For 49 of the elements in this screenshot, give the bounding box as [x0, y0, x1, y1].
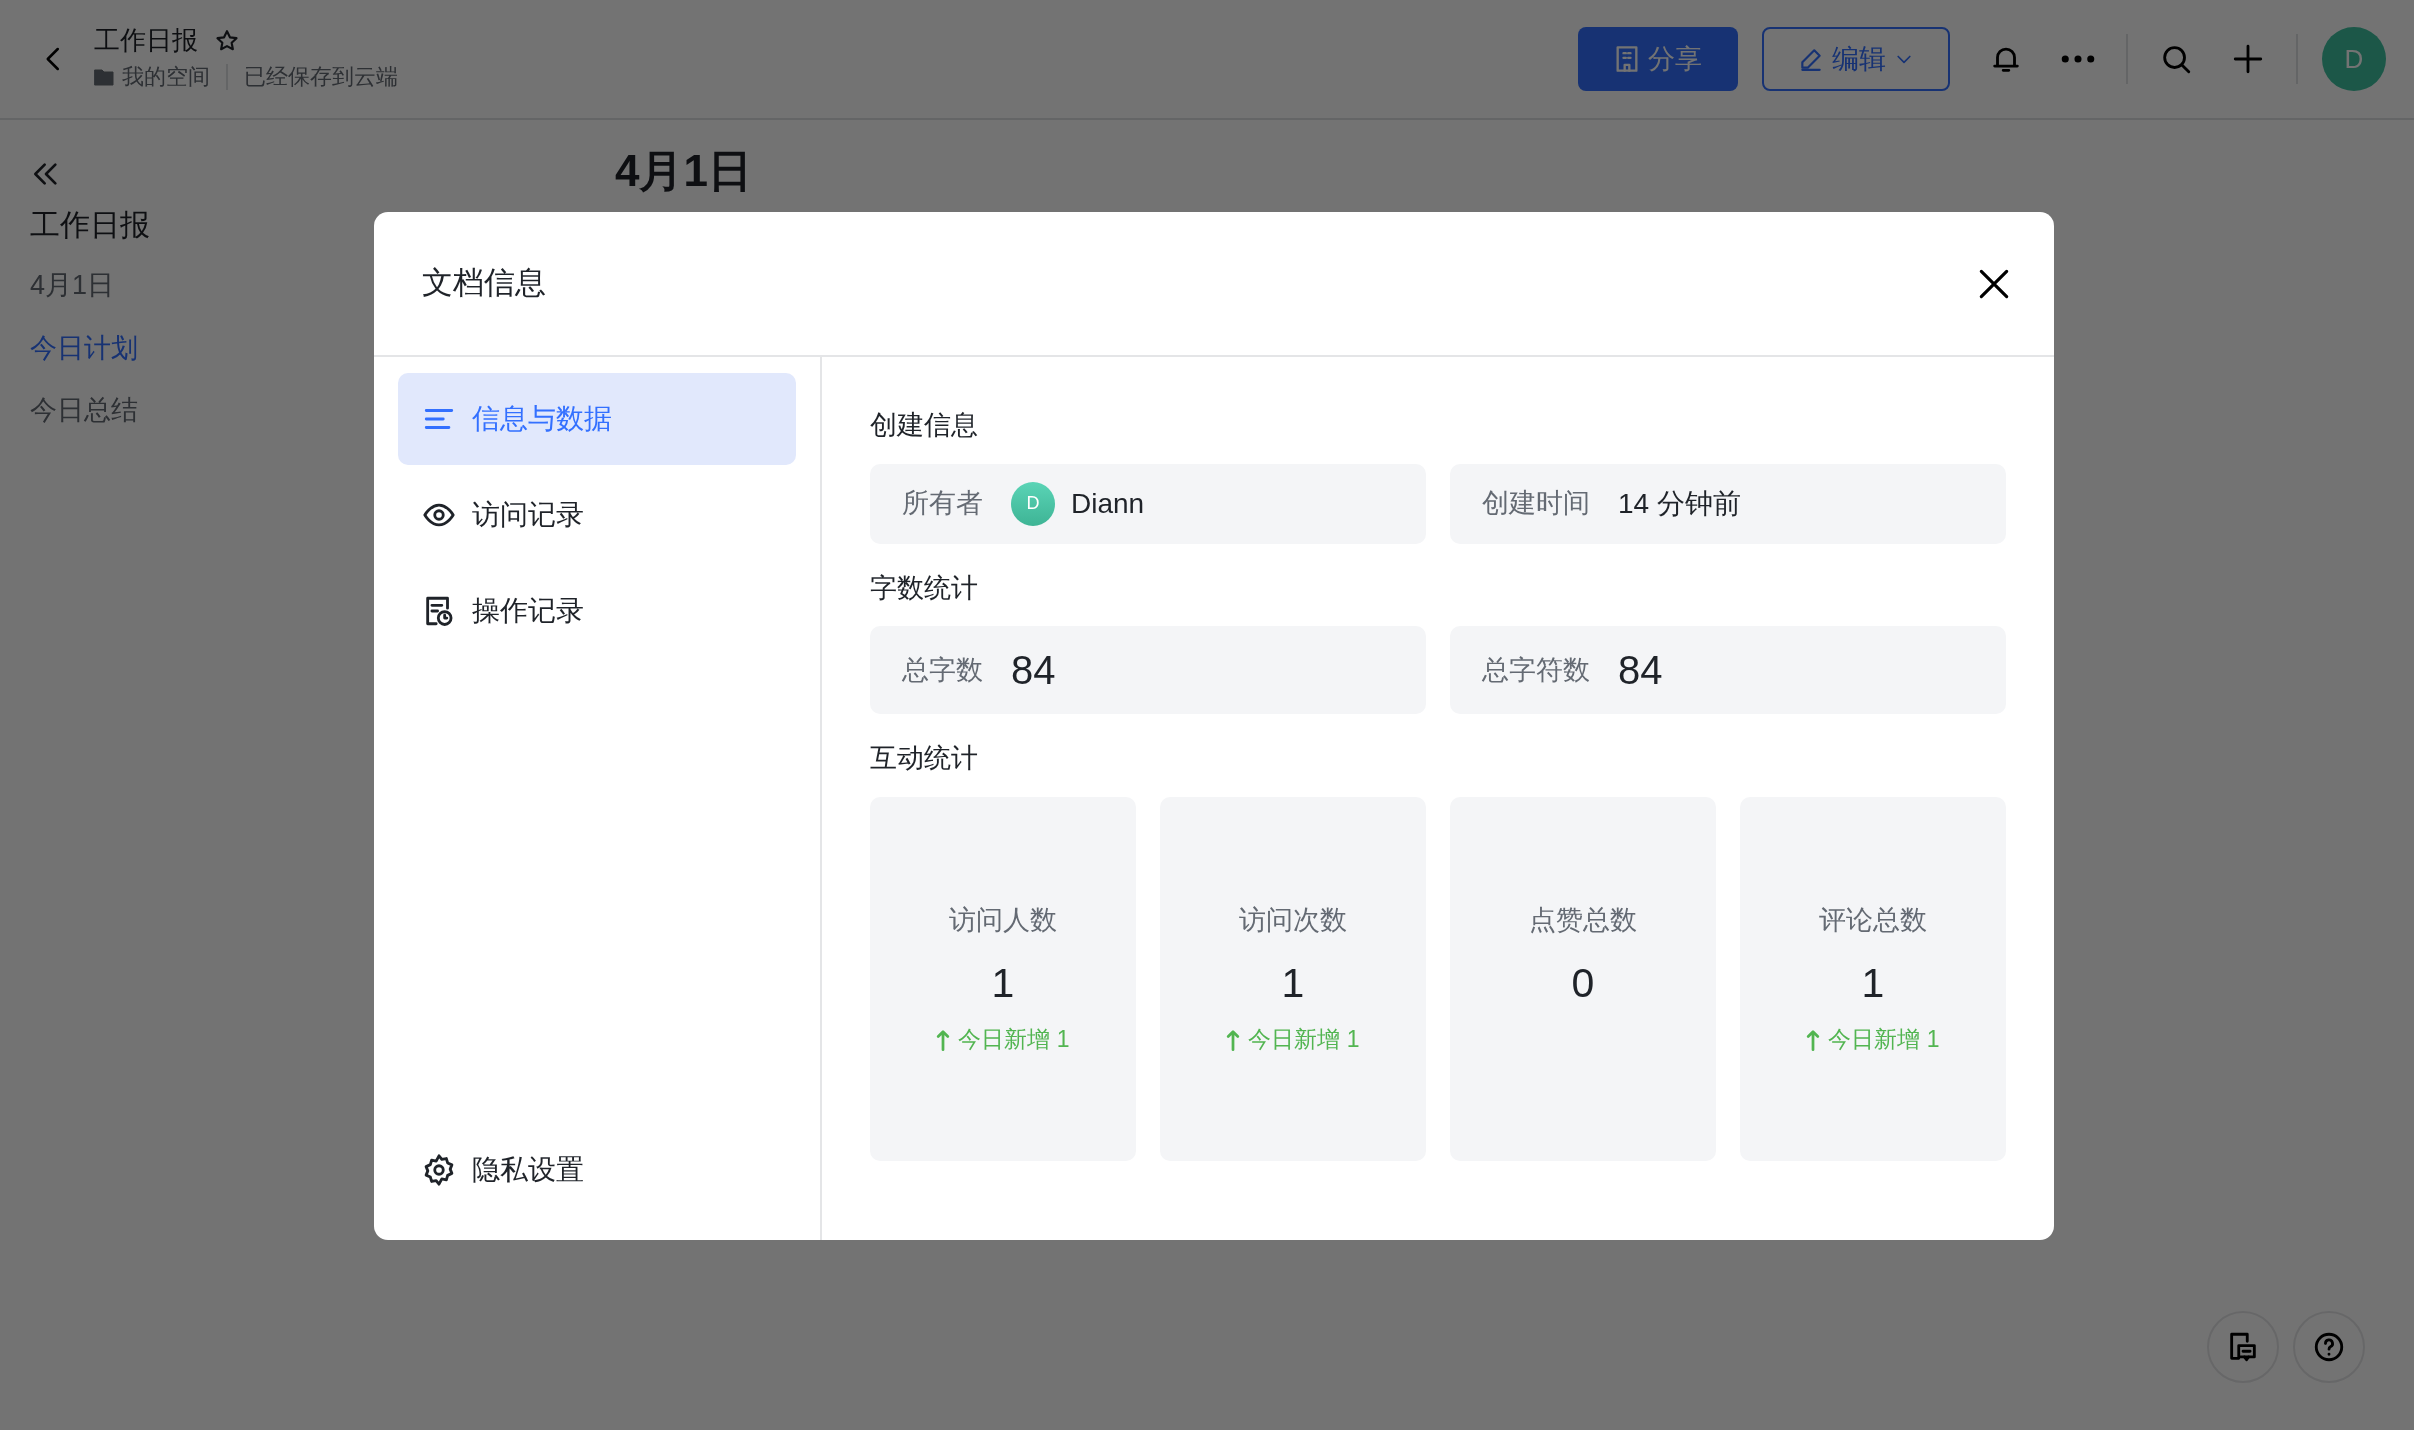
- arrow-up-icon: [1226, 1028, 1241, 1051]
- stat-change: 今日新增 1: [1248, 1025, 1360, 1055]
- stat-value: 84: [1618, 647, 1663, 694]
- pencil-icon: [1798, 46, 1824, 72]
- section-heading: 互动统计: [870, 742, 979, 775]
- stat-label: 访问人数: [949, 904, 1057, 938]
- dialog-title: 文档信息: [422, 264, 546, 303]
- stat-value: 84: [1011, 647, 1056, 694]
- outline-item[interactable]: 今日计划: [30, 327, 138, 368]
- owner-name: Diann: [1071, 486, 1145, 521]
- field-label: 创建时间: [1482, 487, 1590, 521]
- nav-tab[interactable]: 操作记录: [398, 565, 796, 657]
- help-icon: [2312, 1330, 2346, 1364]
- page-heading: 4月1日: [615, 145, 752, 197]
- document-title: 工作日报: [94, 24, 198, 57]
- stat-value: 1: [1281, 958, 1305, 1008]
- save-status: 已经保存到云端: [244, 63, 398, 92]
- stat-change: 今日新增 1: [958, 1025, 1070, 1055]
- plus-icon: [2231, 42, 2265, 76]
- building-icon: [1614, 45, 1640, 73]
- field-label: 所有者: [902, 487, 983, 521]
- settings-item[interactable]: 隐私设置: [398, 1124, 796, 1216]
- stat-label: 点赞总数: [1529, 904, 1637, 938]
- outline-heading[interactable]: 工作日报: [30, 202, 150, 247]
- nav-tab[interactable]: 访问记录: [398, 469, 796, 561]
- stat-change: 今日新增 1: [1828, 1025, 1940, 1055]
- user-avatar[interactable]: D: [2322, 27, 2386, 91]
- nav-tab[interactable]: 信息与数据: [398, 373, 796, 465]
- arrow-up-icon: [1806, 1028, 1821, 1051]
- edit-button[interactable]: 编辑: [1762, 27, 1950, 91]
- folder-icon: [94, 67, 114, 86]
- outline-item[interactable]: 4月1日: [30, 265, 115, 306]
- owner-avatar: D: [1011, 481, 1055, 526]
- arrow-up-icon: [936, 1028, 951, 1051]
- stat-label: 总字数: [902, 653, 983, 687]
- stat-label: 总字符数: [1482, 653, 1590, 687]
- breadcrumb-link[interactable]: 我的空间: [122, 60, 210, 94]
- share-button[interactable]: 分享: [1578, 27, 1738, 91]
- stat-label: 访问次数: [1239, 904, 1347, 938]
- gear-icon: [422, 1153, 456, 1187]
- stat-value: 1: [991, 958, 1015, 1008]
- section-heading: 字数统计: [870, 571, 979, 605]
- section-heading: 创建信息: [870, 409, 979, 442]
- more-icon: [2061, 54, 2095, 64]
- stat-value: 1: [1861, 958, 1885, 1008]
- outline-item[interactable]: 今日总结: [30, 390, 138, 431]
- stat-value: 0: [1571, 958, 1595, 1008]
- stat-label: 评论总数: [1819, 904, 1927, 938]
- field-value: 14 分钟前: [1618, 486, 1741, 521]
